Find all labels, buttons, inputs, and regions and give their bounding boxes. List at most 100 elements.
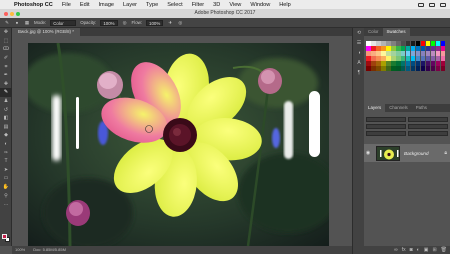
swatch-cell[interactable] [400, 45, 406, 51]
layer-opacity-field[interactable] [408, 124, 448, 129]
swatch-cell[interactable] [375, 55, 381, 61]
swatch-cell[interactable] [435, 65, 441, 71]
move-tool-icon[interactable]: ✥ [0, 28, 12, 37]
eyedropper-icon[interactable]: ✒ [0, 71, 12, 80]
swatch-cell[interactable] [395, 60, 401, 66]
swatch-cell[interactable] [415, 50, 421, 56]
crop-tool-icon[interactable]: ⌗ [0, 62, 12, 71]
adjustment-layer-icon[interactable]: ◐ [417, 247, 420, 253]
swatch-cell[interactable] [380, 50, 386, 56]
link-layers-icon[interactable]: ∞ [394, 247, 398, 253]
swatch-cell[interactable] [415, 41, 421, 46]
menu-select[interactable]: Select [167, 2, 183, 8]
brush-tool-icon[interactable]: ✎ [0, 88, 12, 97]
swatch-cell[interactable] [380, 41, 386, 46]
swatch-cell[interactable] [435, 50, 441, 56]
swatch-cell[interactable] [366, 55, 371, 61]
tab-layers[interactable]: Layers [364, 104, 386, 112]
close-icon[interactable] [4, 11, 8, 16]
brush-preset-icon[interactable]: ✎ [4, 20, 10, 26]
eraser-icon[interactable]: ◧ [0, 114, 12, 123]
swatch-cell[interactable] [400, 55, 406, 61]
swatch-cell[interactable] [380, 55, 386, 61]
swatch-cell[interactable] [430, 45, 436, 51]
blur-tool-icon[interactable]: ◆ [0, 131, 12, 140]
brush-panel-icon[interactable]: ▦ [24, 20, 30, 26]
tab-swatches[interactable]: Swatches [382, 28, 410, 36]
menu-view[interactable]: View [229, 2, 241, 8]
swatch-cell[interactable] [430, 41, 436, 46]
swatch-cell[interactable] [395, 45, 401, 51]
opacity-field[interactable]: 100% [100, 19, 118, 26]
marquee-tool-icon[interactable]: ⬚ [0, 37, 12, 46]
search-icon[interactable] [440, 2, 446, 7]
swatch-cell[interactable] [430, 65, 436, 71]
pen-tool-icon[interactable]: ✑ [0, 148, 12, 157]
trash-icon[interactable]: 🗑︎ [441, 247, 447, 253]
blend-mode-select[interactable] [366, 124, 406, 129]
swatch-cell[interactable] [395, 41, 401, 46]
menu-file[interactable]: File [62, 2, 71, 8]
swatch-cell[interactable] [400, 50, 406, 56]
swatch-cell[interactable] [405, 60, 411, 66]
swatch-cell[interactable] [385, 50, 391, 56]
swatch-cell[interactable] [410, 55, 416, 61]
swatch-cell[interactable] [405, 45, 411, 51]
swatch-cell[interactable] [405, 55, 411, 61]
doc-info[interactable]: Doc: 5.85M/5.85M [33, 246, 66, 254]
hand-tool-icon[interactable]: ✋ [0, 183, 12, 192]
swatch-cell[interactable] [435, 41, 441, 46]
tab-channels[interactable]: Channels [385, 104, 412, 112]
menu-filter[interactable]: Filter [192, 2, 204, 8]
swatch-cell[interactable] [425, 65, 431, 71]
swatch-cell[interactable] [370, 50, 376, 56]
swatch-cell[interactable] [425, 45, 431, 51]
swatch-cell[interactable] [405, 50, 411, 56]
lock-controls[interactable] [366, 131, 406, 136]
swatch-cell[interactable] [380, 60, 386, 66]
new-group-icon[interactable]: ▣ [424, 247, 429, 253]
zoom-level[interactable]: 100% [15, 246, 25, 254]
quick-select-icon[interactable]: ✐ [0, 54, 12, 63]
swatch-cell[interactable] [400, 65, 406, 71]
swatch-cell[interactable] [366, 65, 371, 71]
menu-image[interactable]: Image [99, 2, 115, 8]
brush-size-icon[interactable]: ● [14, 20, 20, 26]
menu-help[interactable]: Help [279, 2, 291, 8]
swatch-cell[interactable] [375, 65, 381, 71]
swatch-cell[interactable] [366, 41, 371, 46]
swatch-cell[interactable] [440, 60, 446, 66]
menu-3d[interactable]: 3D [213, 2, 220, 8]
swatch-cell[interactable] [370, 41, 376, 46]
swatch-cell[interactable] [420, 45, 426, 51]
layer-name[interactable]: Background [404, 151, 429, 156]
swatch-cell[interactable] [425, 41, 431, 46]
new-layer-icon[interactable]: ⊞ [432, 247, 436, 253]
swatch-cell[interactable] [420, 55, 426, 61]
visibility-eye-icon[interactable]: ◉ [364, 150, 372, 156]
swatch-cell[interactable] [440, 55, 446, 61]
swatch-cell[interactable] [435, 45, 441, 51]
pressure-opacity-icon[interactable]: ◎ [122, 20, 128, 26]
layer-filter-select[interactable] [366, 117, 406, 122]
dodge-tool-icon[interactable]: ◐ [0, 140, 12, 149]
swatch-cell[interactable] [400, 60, 406, 66]
menu-edit[interactable]: Edit [80, 2, 90, 8]
swatch-cell[interactable] [430, 55, 436, 61]
swatch-cell[interactable] [415, 45, 421, 51]
type-tool-icon[interactable]: T [0, 157, 12, 166]
swatch-cell[interactable] [420, 65, 426, 71]
lasso-tool-icon[interactable]: ↀ [0, 45, 12, 54]
swatch-cell[interactable] [390, 60, 396, 66]
swatch-cell[interactable] [370, 45, 376, 51]
swatch-cell[interactable] [410, 41, 416, 46]
menu-type[interactable]: Type [146, 2, 158, 8]
swatch-cell[interactable] [400, 41, 406, 46]
menu-layer[interactable]: Layer [123, 2, 137, 8]
swatch-cell[interactable] [385, 60, 391, 66]
healing-brush-icon[interactable]: ✚ [0, 80, 12, 89]
swatch-cell[interactable] [420, 60, 426, 66]
swatch-cell[interactable] [430, 60, 436, 66]
add-mask-icon[interactable]: ◙ [410, 247, 413, 253]
history-brush-icon[interactable]: ↺ [0, 105, 12, 114]
